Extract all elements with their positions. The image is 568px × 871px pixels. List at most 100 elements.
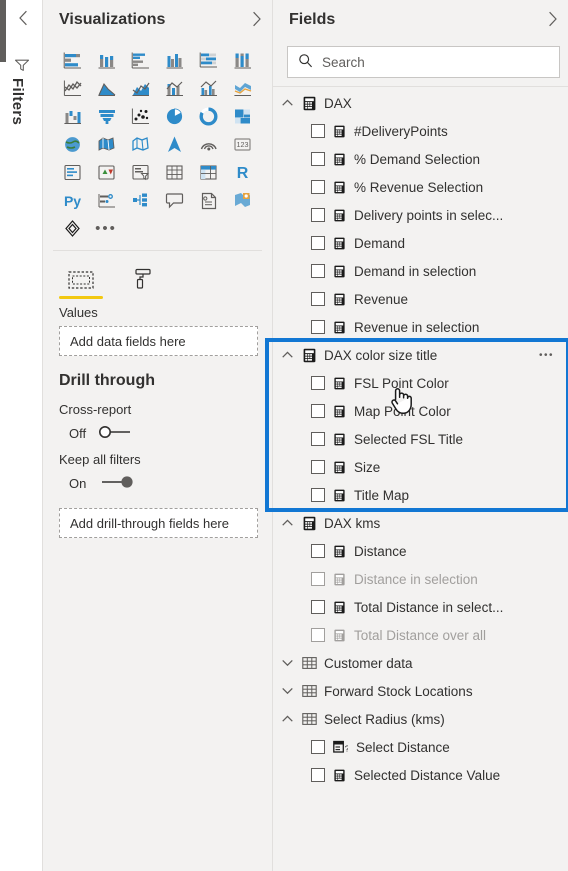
field-checkbox[interactable] (311, 600, 325, 614)
drill-through-dropzone[interactable]: Add drill-through fields here (59, 508, 258, 538)
field-item[interactable]: Demand (273, 229, 568, 257)
field-item[interactable]: Revenue (273, 285, 568, 313)
area-chart-icon[interactable] (89, 74, 123, 102)
azure-map-icon[interactable] (191, 130, 225, 158)
map-icon[interactable] (55, 130, 89, 158)
scatter-chart-icon[interactable] (123, 102, 157, 130)
expand-visualizations-button[interactable] (251, 11, 262, 30)
visualization-gallery[interactable]: 123 R Py ••• (43, 40, 272, 246)
field-item[interactable]: Selected FSL Title (273, 425, 568, 453)
field-checkbox[interactable] (311, 572, 325, 586)
decomposition-tree-icon[interactable] (123, 186, 157, 214)
py-script-visual-icon[interactable]: Py (55, 186, 89, 214)
chevron-down-icon[interactable] (281, 658, 295, 668)
slicer-icon[interactable] (123, 158, 157, 186)
pie-chart-icon[interactable] (157, 102, 191, 130)
field-checkbox[interactable] (311, 236, 325, 250)
field-checkbox[interactable] (311, 404, 325, 418)
ribbon-chart-icon[interactable] (225, 74, 259, 102)
kpi-icon[interactable] (89, 158, 123, 186)
field-checkbox[interactable] (311, 292, 325, 306)
field-checkbox[interactable] (311, 208, 325, 222)
donut-chart-icon[interactable] (191, 102, 225, 130)
collapse-filters-button[interactable] (12, 8, 34, 30)
smart-narrative-icon[interactable] (191, 186, 225, 214)
field-checkbox[interactable] (311, 152, 325, 166)
waterfall-chart-icon[interactable] (55, 102, 89, 130)
field-item[interactable]: Delivery points in selec... (273, 201, 568, 229)
field-item[interactable]: Size (273, 453, 568, 481)
rail-scrollbar-track[interactable] (0, 0, 6, 871)
line-chart-icon[interactable] (55, 74, 89, 102)
card-icon[interactable]: 123 (225, 130, 259, 158)
matrix-icon[interactable] (191, 158, 225, 186)
stacked-column-chart-icon[interactable] (89, 46, 123, 74)
field-checkbox[interactable] (311, 544, 325, 558)
search-input[interactable]: Search (322, 55, 365, 70)
treemap-icon[interactable] (225, 102, 259, 130)
field-checkbox[interactable] (311, 460, 325, 474)
field-item[interactable]: Total Distance in select... (273, 593, 568, 621)
field-checkbox[interactable] (311, 180, 325, 194)
field-item[interactable]: Total Distance over all (273, 621, 568, 649)
field-checkbox[interactable] (311, 124, 325, 138)
filled-map-icon[interactable] (89, 130, 123, 158)
ellipsis-icon[interactable]: ••• (539, 350, 554, 361)
cross-report-toggle[interactable]: Off (43, 417, 272, 442)
field-checkbox[interactable] (311, 320, 325, 334)
field-item[interactable]: ? Select Distance (273, 733, 568, 761)
chevron-up-icon[interactable] (281, 350, 295, 360)
paginated-report-icon[interactable] (225, 186, 259, 214)
r-script-visual-icon[interactable]: R (225, 158, 259, 186)
field-item[interactable]: Demand in selection (273, 257, 568, 285)
field-checkbox[interactable] (311, 264, 325, 278)
clustered-column-chart-icon[interactable] (157, 46, 191, 74)
fields-tree[interactable]: DAX #DeliveryPoints % Demand Selection % Re… (273, 87, 568, 789)
stacked-area-chart-icon[interactable] (123, 74, 157, 102)
expand-fields-button[interactable] (547, 11, 558, 30)
field-item[interactable]: Distance in selection (273, 565, 568, 593)
format-tab[interactable] (121, 268, 165, 299)
funnel-chart-icon[interactable] (89, 102, 123, 130)
field-group-header[interactable]: DAX kms (273, 509, 568, 537)
field-item[interactable]: Revenue in selection (273, 313, 568, 341)
chevron-down-icon[interactable] (281, 686, 295, 696)
field-item[interactable]: Distance (273, 537, 568, 565)
stacked-bar-chart-icon[interactable] (55, 46, 89, 74)
key-influencers-icon[interactable] (89, 186, 123, 214)
power-apps-icon[interactable] (55, 214, 89, 242)
ellipsis-icon[interactable]: ••• (89, 214, 123, 242)
field-group-header[interactable]: DAX (273, 89, 568, 117)
field-item[interactable]: Selected Distance Value (273, 761, 568, 789)
chevron-up-icon[interactable] (281, 98, 295, 108)
100-stacked-column-chart-icon[interactable] (225, 46, 259, 74)
arcgis-map-icon[interactable] (157, 130, 191, 158)
field-item[interactable]: #DeliveryPoints (273, 117, 568, 145)
clustered-bar-chart-icon[interactable] (123, 46, 157, 74)
field-checkbox[interactable] (311, 628, 325, 642)
shape-map-icon[interactable] (123, 130, 157, 158)
100-stacked-bar-chart-icon[interactable] (191, 46, 225, 74)
field-group-header[interactable]: Forward Stock Locations (273, 677, 568, 705)
keep-all-filters-toggle[interactable]: On (43, 467, 272, 492)
field-checkbox[interactable] (311, 432, 325, 446)
field-item[interactable]: % Revenue Selection (273, 173, 568, 201)
chevron-up-icon[interactable] (281, 714, 295, 724)
field-item[interactable]: Map Point Color (273, 397, 568, 425)
chevron-up-icon[interactable] (281, 518, 295, 528)
field-checkbox[interactable] (311, 740, 325, 754)
table-icon[interactable] (157, 158, 191, 186)
field-item[interactable]: FSL Point Color (273, 369, 568, 397)
field-group-header[interactable]: DAX color size title ••• (273, 341, 568, 369)
line-stacked-column-chart-icon[interactable] (157, 74, 191, 102)
rail-scrollbar-thumb[interactable] (0, 0, 6, 62)
line-clustered-column-chart-icon[interactable] (191, 74, 225, 102)
field-checkbox[interactable] (311, 768, 325, 782)
search-box[interactable]: Search (287, 46, 560, 78)
field-group-header[interactable]: Customer data (273, 649, 568, 677)
field-item[interactable]: % Demand Selection (273, 145, 568, 173)
field-item[interactable]: Title Map (273, 481, 568, 509)
field-checkbox[interactable] (311, 488, 325, 502)
values-dropzone[interactable]: Add data fields here (59, 326, 258, 356)
field-group-header[interactable]: Select Radius (kms) (273, 705, 568, 733)
